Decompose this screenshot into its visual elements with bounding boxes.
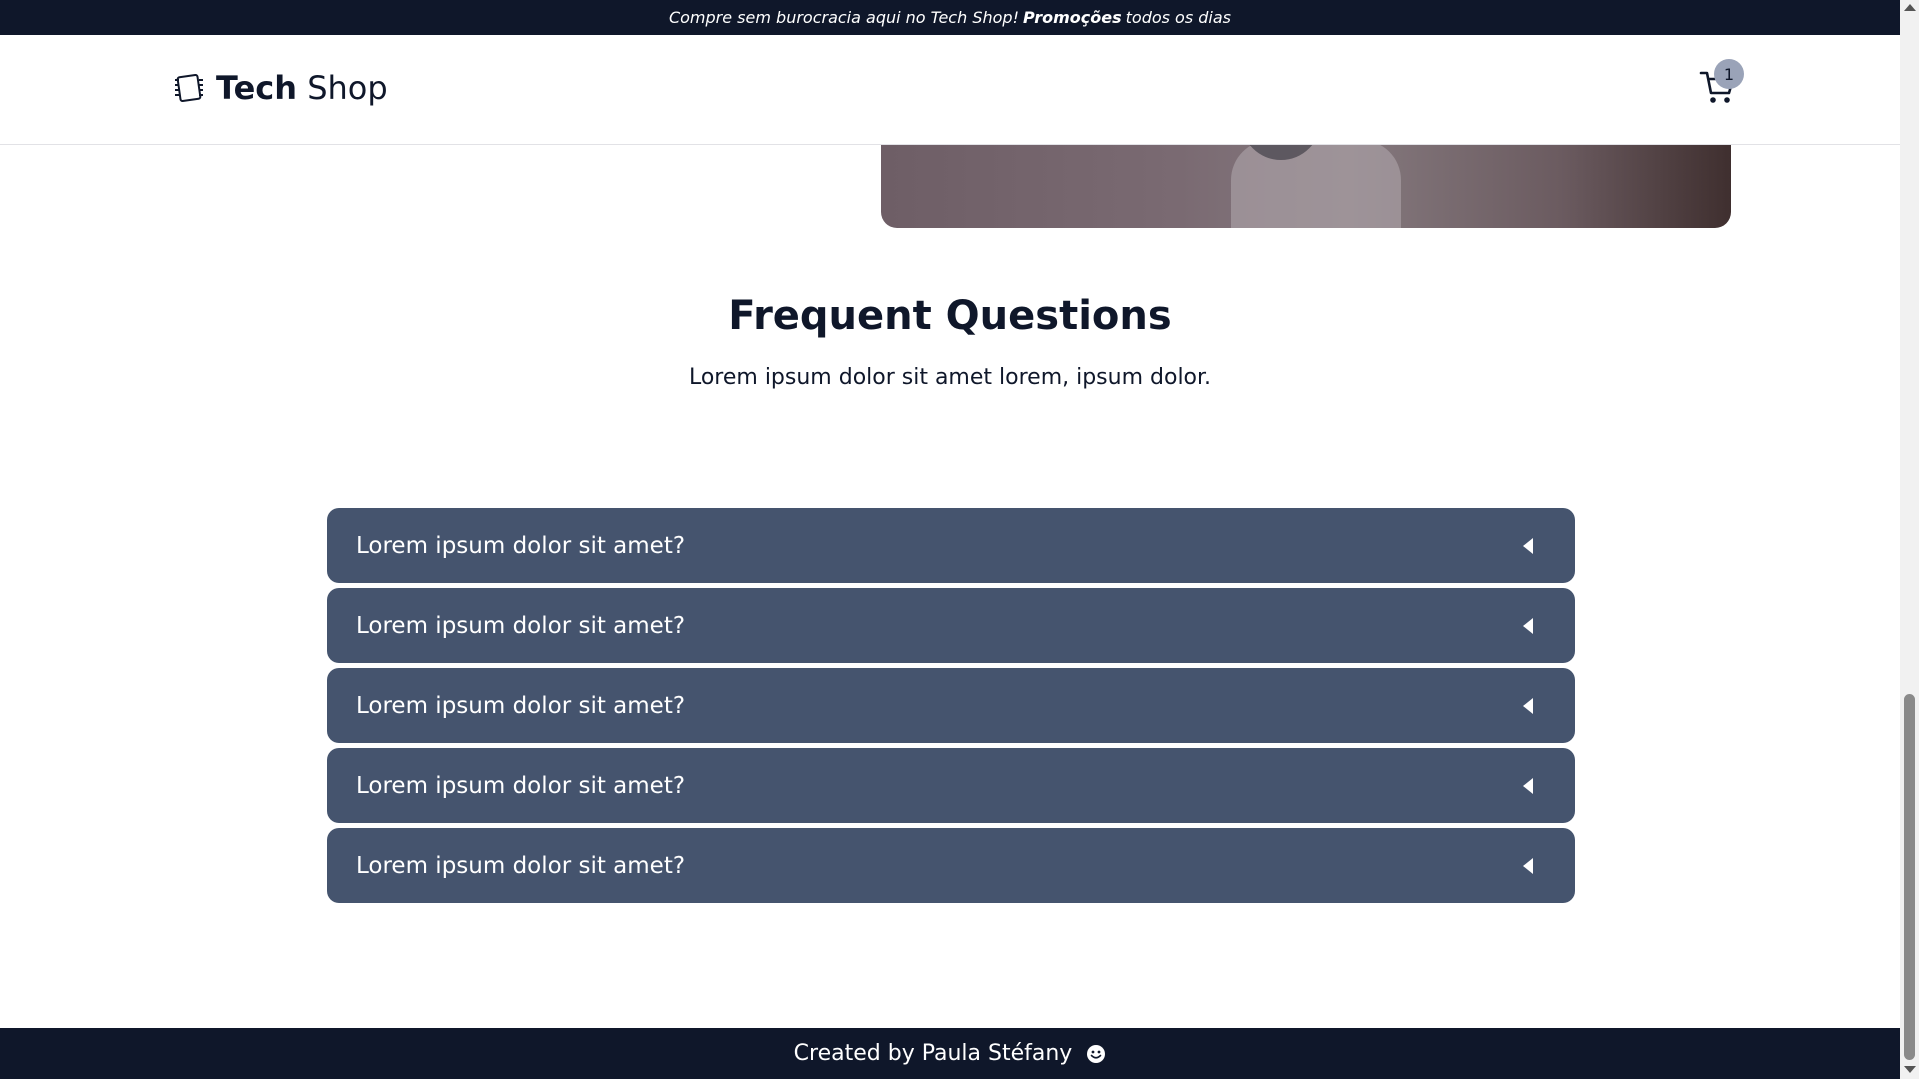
caret-left-icon	[1523, 537, 1533, 554]
site-header: Tech Shop 1	[0, 35, 1900, 145]
faq-item[interactable]: Lorem ipsum dolor sit amet?	[327, 668, 1575, 743]
faq-question: Lorem ipsum dolor sit amet?	[356, 852, 686, 879]
scroll-up-icon[interactable]	[1904, 4, 1916, 11]
caret-left-icon	[1523, 857, 1533, 874]
caret-left-icon	[1523, 777, 1533, 794]
brand-name: Tech Shop	[216, 69, 388, 107]
logo[interactable]: Tech Shop	[172, 69, 388, 107]
brand-bold: Tech	[216, 69, 298, 107]
faq-question: Lorem ipsum dolor sit amet?	[356, 692, 686, 719]
faq-subtitle: Lorem ipsum dolor sit amet lorem, ipsum …	[688, 365, 1212, 390]
faq-question: Lorem ipsum dolor sit amet?	[356, 532, 686, 559]
faq-title: Frequent Questions	[728, 293, 1172, 339]
faq-item[interactable]: Lorem ipsum dolor sit amet?	[327, 828, 1575, 903]
caret-left-icon	[1523, 697, 1533, 714]
scroll-down-icon[interactable]	[1904, 1066, 1916, 1073]
faq-question: Lorem ipsum dolor sit amet?	[356, 612, 686, 639]
site-footer: Created by Paula Stéfany	[0, 1028, 1900, 1079]
chip-icon	[175, 73, 203, 103]
brand-regular: Shop	[307, 69, 388, 107]
announcement-suffix: todos os dias	[1125, 8, 1232, 27]
cart-count-badge: 1	[1714, 59, 1744, 89]
faq-question: Lorem ipsum dolor sit amet?	[356, 772, 686, 799]
footer-credit: Created by Paula Stéfany	[793, 1041, 1073, 1066]
faq-accordion: Lorem ipsum dolor sit amet? Lorem ipsum …	[327, 508, 1575, 908]
announcement-prefix: Compre sem burocracia aqui no Tech Shop!	[668, 8, 1019, 27]
faq-item[interactable]: Lorem ipsum dolor sit amet?	[327, 748, 1575, 823]
caret-left-icon	[1523, 617, 1533, 634]
vertical-scrollbar[interactable]	[1900, 0, 1919, 1079]
faq-item[interactable]: Lorem ipsum dolor sit amet?	[327, 588, 1575, 663]
announcement-bar: Compre sem burocracia aqui no Tech Shop!…	[0, 0, 1900, 35]
announcement-highlight: Promoções	[1022, 8, 1122, 27]
faq-item[interactable]: Lorem ipsum dolor sit amet?	[327, 508, 1575, 583]
scrollbar-thumb[interactable]	[1904, 694, 1915, 1060]
smile-icon	[1087, 1044, 1106, 1063]
